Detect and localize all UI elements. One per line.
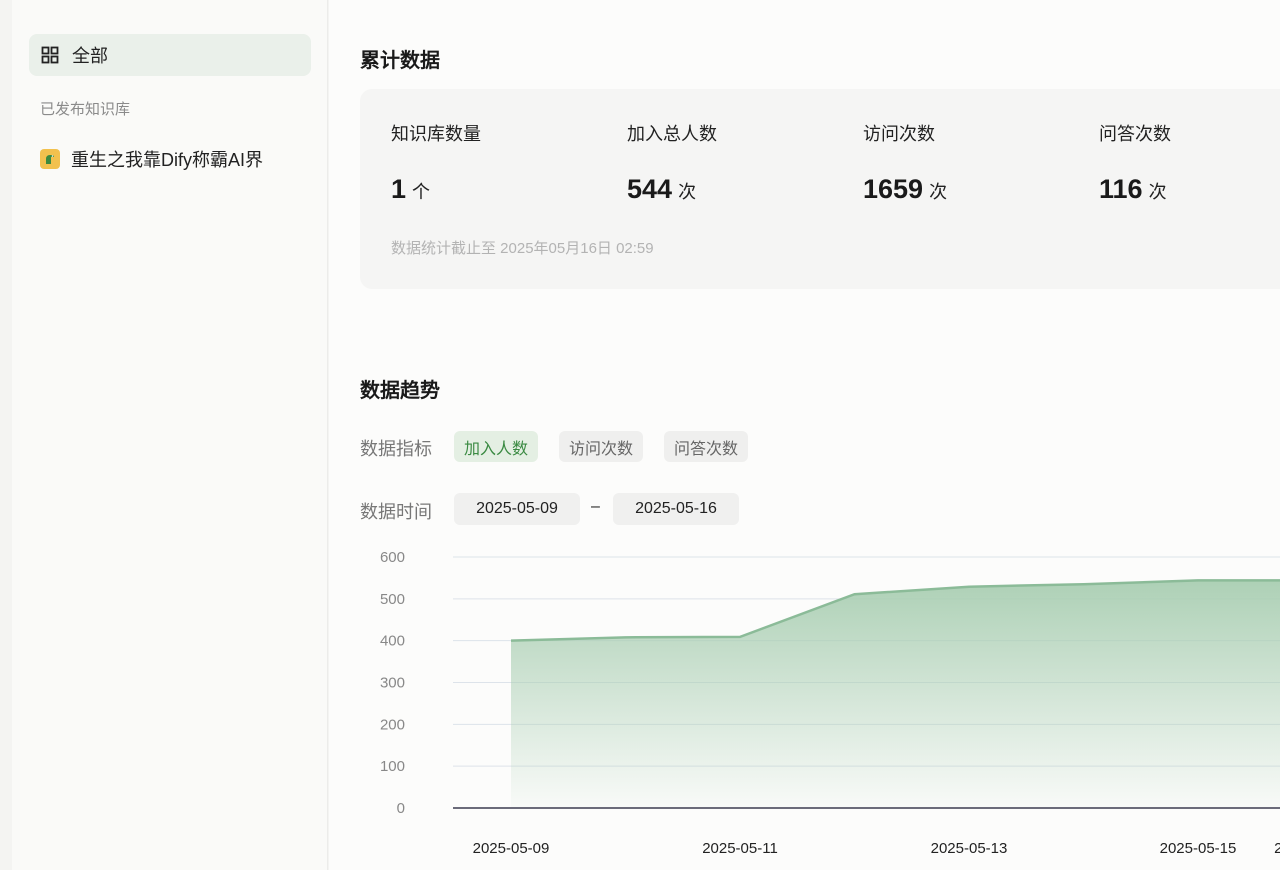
stat-unit: 个	[412, 182, 431, 202]
y-tick-label: 0	[397, 800, 405, 817]
y-tick-label: 600	[380, 549, 405, 566]
kb-name: 重生之我靠Dify称霸AI界	[71, 150, 264, 170]
stat-value: 544	[627, 174, 673, 204]
kb-avatar-icon	[40, 149, 60, 169]
metric-label: 数据指标	[360, 439, 432, 459]
end-date-input[interactable]: 2025-05-16	[613, 493, 739, 525]
trend-chart: 0 100 200 300 400 500 600 2025-05-09 2025-05-11 2…	[380, 549, 1280, 857]
stat-label: 问答次数	[1099, 124, 1171, 144]
published-kb-section-label: 已发布知识库	[40, 101, 131, 118]
stat-unit: 次	[678, 182, 697, 202]
stats-title: 累计数据	[360, 50, 440, 72]
stat-value: 116	[1099, 174, 1143, 204]
start-date-input[interactable]: 2025-05-09	[454, 493, 580, 525]
nav-all-item[interactable]: 全部	[29, 34, 311, 76]
x-tick-label: 2025-05-13	[931, 840, 1008, 857]
stats-note: 数据统计截止至 2025年05月16日 02:59	[391, 240, 654, 257]
stat-label: 知识库数量	[391, 124, 481, 144]
y-tick-label: 300	[380, 675, 405, 692]
stat-unit: 次	[1148, 182, 1167, 202]
x-tick-label: 2025-05-15	[1160, 840, 1237, 857]
stat-value: 1	[391, 174, 407, 204]
date-separator: –	[591, 498, 600, 515]
x-tick-label: 2025-05-16	[1274, 840, 1280, 857]
y-tick-label: 200	[380, 716, 405, 733]
x-tick-label: 2025-05-11	[702, 840, 778, 857]
stat-value: 1659	[863, 174, 924, 204]
stats-card: 知识库数量 1个 加入总人数 544 次 访问次数 1659 次 问答次数 116 次…	[360, 89, 1280, 289]
main-content: 累计数据 知识库数量 1个 加入总人数 544 次 访问次数 1659 次 问答次数…	[329, 0, 1280, 870]
sidebar-item-kb[interactable]: 重生之我靠Dify称霸AI界	[40, 146, 263, 172]
series-area	[511, 580, 1280, 808]
grid-icon	[41, 46, 59, 64]
trend-title: 数据趋势	[360, 380, 440, 402]
stat-unit: 次	[929, 182, 948, 202]
metric-chip-qa[interactable]: 问答次数	[664, 431, 748, 462]
metric-chip-visits[interactable]: 访问次数	[559, 431, 643, 462]
metric-chip-joined[interactable]: 加入人数	[454, 431, 538, 462]
x-tick-label: 2025-05-09	[473, 840, 550, 857]
sidebar: 全部 已发布知识库 重生之我靠Dify称霸AI界	[12, 0, 328, 870]
nav-all-label: 全部	[72, 46, 108, 66]
time-label: 数据时间	[360, 502, 432, 522]
y-tick-label: 100	[380, 758, 405, 775]
stat-label: 加入总人数	[627, 124, 717, 144]
y-tick-label: 400	[380, 633, 405, 650]
stat-label: 访问次数	[863, 124, 935, 144]
y-tick-label: 500	[380, 591, 405, 608]
